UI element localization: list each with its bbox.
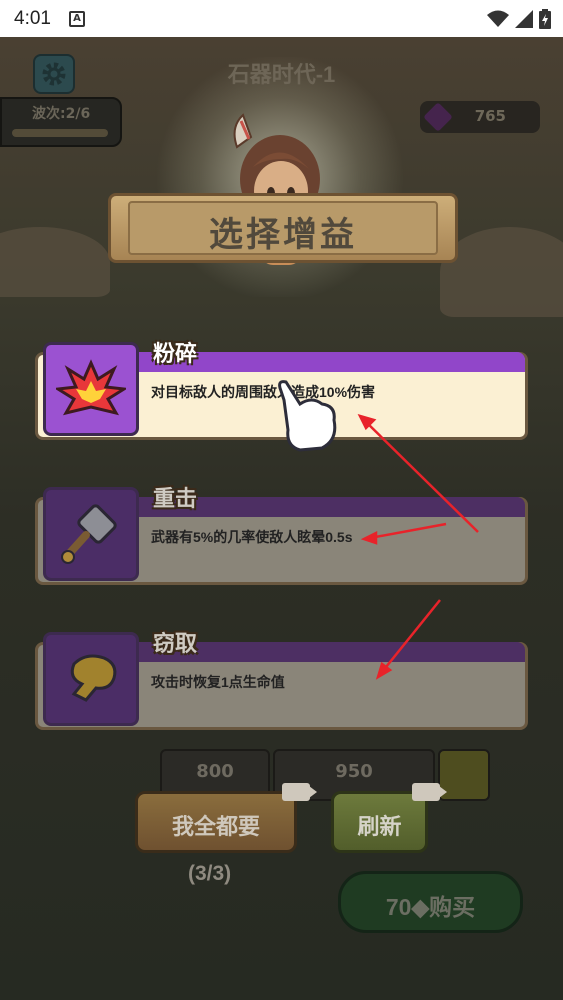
pointing-hand-icon: [278, 380, 337, 452]
annotation-overlay: [278, 380, 479, 680]
red-arrows: [357, 414, 479, 680]
